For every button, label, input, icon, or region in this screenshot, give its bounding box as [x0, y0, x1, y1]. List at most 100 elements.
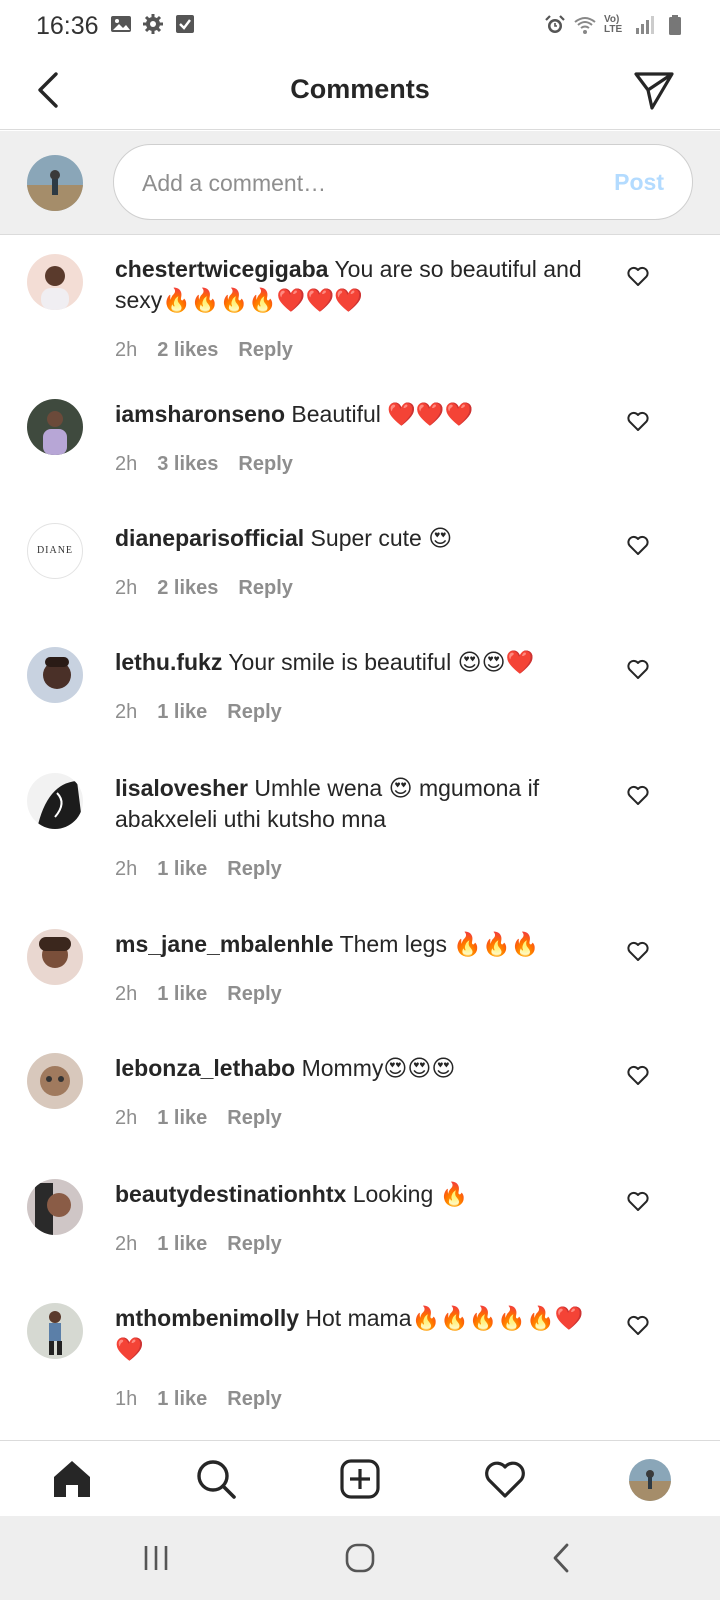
comment-item: lethu.fukz Your smile is beautiful 😍😍❤️ … [0, 629, 720, 755]
comment-time: 2h [115, 339, 138, 361]
new-post-icon[interactable] [338, 1457, 382, 1501]
comment-meta: 2h 3 likes Reply [115, 453, 313, 476]
comment-username[interactable]: lethu.fukz [115, 649, 222, 675]
settings-icon [143, 14, 163, 34]
comment-text: Super cute 😍 [304, 525, 453, 551]
comment-text: Your smile is beautiful 😍😍❤️ [222, 649, 535, 675]
avatar[interactable] [27, 929, 83, 985]
comment-text: Mommy😍😍😍 [295, 1055, 456, 1081]
likes-count[interactable]: 1 like [157, 858, 207, 881]
likes-count[interactable]: 1 like [157, 1107, 207, 1130]
reply-button[interactable]: Reply [227, 1107, 281, 1130]
likes-count[interactable]: 3 likes [157, 453, 218, 476]
comment-meta: 2h 1 like Reply [115, 1233, 302, 1256]
likes-count[interactable]: 2 likes [157, 577, 218, 600]
heart-icon[interactable] [626, 783, 650, 807]
likes-count[interactable]: 1 like [157, 1233, 207, 1256]
likes-count[interactable]: 1 like [157, 1388, 207, 1411]
comment-meta: 2h 2 likes Reply [115, 339, 313, 362]
comment-time: 2h [115, 701, 138, 723]
comment-username[interactable]: beautydestinationhtx [115, 1181, 346, 1207]
volte-icon: Vo) LTE [604, 14, 623, 35]
checkbox-icon [176, 15, 194, 33]
comment-username[interactable]: iamsharonseno [115, 401, 285, 427]
comment-meta: 1h 1 like Reply [115, 1388, 302, 1411]
comment-field[interactable]: Post [113, 144, 693, 220]
heart-icon[interactable] [626, 1189, 650, 1213]
bottom-nav [0, 1440, 720, 1516]
reply-button[interactable]: Reply [227, 858, 281, 881]
comment-item: ms_jane_mbalenhle Them legs 🔥🔥🔥 2h 1 like… [0, 911, 720, 1035]
direct-message-icon[interactable] [632, 68, 676, 112]
likes-count[interactable]: 2 likes [157, 339, 218, 362]
battery-icon [669, 15, 681, 35]
comment-time: 2h [115, 1233, 138, 1255]
comment-meta: 2h 1 like Reply [115, 858, 302, 881]
comment-item: lisalovesher Umhle wena 😍 mgumona if aba… [0, 755, 720, 911]
reply-button[interactable]: Reply [227, 1233, 281, 1256]
comment-text: Looking 🔥 [346, 1181, 469, 1207]
avatar[interactable] [27, 773, 83, 829]
comment-time: 2h [115, 983, 138, 1005]
comment-username[interactable]: dianeparisofficial [115, 525, 304, 551]
avatar[interactable]: DIANE [27, 523, 83, 579]
comment-text: Them legs 🔥🔥🔥 [333, 931, 540, 957]
signal-icon [636, 16, 654, 34]
comment-item: DIANE dianeparisofficial Super cute 😍 2h… [0, 505, 720, 629]
avatar-logo-text: DIANE [36, 545, 74, 556]
comment-username[interactable]: ms_jane_mbalenhle [115, 931, 334, 957]
comment-compose-bar: Post [0, 131, 720, 235]
search-icon[interactable] [194, 1457, 238, 1501]
avatar[interactable] [27, 647, 83, 703]
comments-list[interactable]: chestertwicegigaba You are so beautiful … [0, 236, 720, 1440]
heart-icon[interactable] [626, 264, 650, 288]
image-icon [111, 16, 131, 32]
alarm-icon [545, 15, 565, 33]
comment-username[interactable]: lisalovesher [115, 775, 248, 801]
comment-item: iamsharonseno Beautiful ❤️❤️❤️ 2h 3 likes… [0, 381, 720, 505]
reply-button[interactable]: Reply [238, 577, 292, 600]
comment-meta: 2h 1 like Reply [115, 701, 302, 724]
comment-username[interactable]: lebonza_lethabo [115, 1055, 295, 1081]
back-icon[interactable] [542, 1540, 582, 1576]
comment-meta: 2h 1 like Reply [115, 983, 302, 1006]
avatar[interactable] [27, 399, 83, 455]
page-title: Comments [290, 74, 430, 104]
likes-count[interactable]: 1 like [157, 701, 207, 724]
heart-icon[interactable] [626, 939, 650, 963]
home-circle-icon[interactable] [340, 1540, 380, 1576]
avatar[interactable] [27, 1179, 83, 1235]
reply-button[interactable]: Reply [227, 983, 281, 1006]
system-nav-bar [0, 1516, 720, 1600]
reply-button[interactable]: Reply [227, 1388, 281, 1411]
status-time: 16:36 [36, 12, 99, 40]
reply-button[interactable]: Reply [227, 701, 281, 724]
profile-avatar[interactable] [629, 1459, 671, 1501]
heart-icon[interactable] [626, 409, 650, 433]
avatar[interactable] [27, 1303, 83, 1359]
comment-username[interactable]: mthombenimolly [115, 1305, 299, 1331]
likes-count[interactable]: 1 like [157, 983, 207, 1006]
heart-icon[interactable] [626, 1313, 650, 1337]
activity-icon[interactable] [483, 1457, 527, 1501]
status-bar: 16:36 Vo) LTE [0, 0, 720, 52]
wifi-icon [574, 17, 596, 34]
comment-time: 2h [115, 1107, 138, 1129]
heart-icon[interactable] [626, 533, 650, 557]
post-button[interactable]: Post [614, 169, 664, 196]
comment-time: 2h [115, 858, 138, 880]
avatar[interactable] [27, 1053, 83, 1109]
comment-item: beautydestinationhtx Looking 🔥 2h 1 like R… [0, 1161, 720, 1285]
header: Comments [0, 52, 720, 130]
comment-username[interactable]: chestertwicegigaba [115, 256, 328, 282]
heart-icon[interactable] [626, 657, 650, 681]
reply-button[interactable]: Reply [238, 339, 292, 362]
heart-icon[interactable] [626, 1063, 650, 1087]
comment-meta: 2h 2 likes Reply [115, 577, 313, 600]
avatar[interactable] [27, 254, 83, 310]
avatar [27, 155, 83, 211]
reply-button[interactable]: Reply [238, 453, 292, 476]
home-icon[interactable] [50, 1457, 94, 1501]
comment-input[interactable] [142, 165, 572, 201]
recents-icon[interactable] [136, 1540, 176, 1576]
